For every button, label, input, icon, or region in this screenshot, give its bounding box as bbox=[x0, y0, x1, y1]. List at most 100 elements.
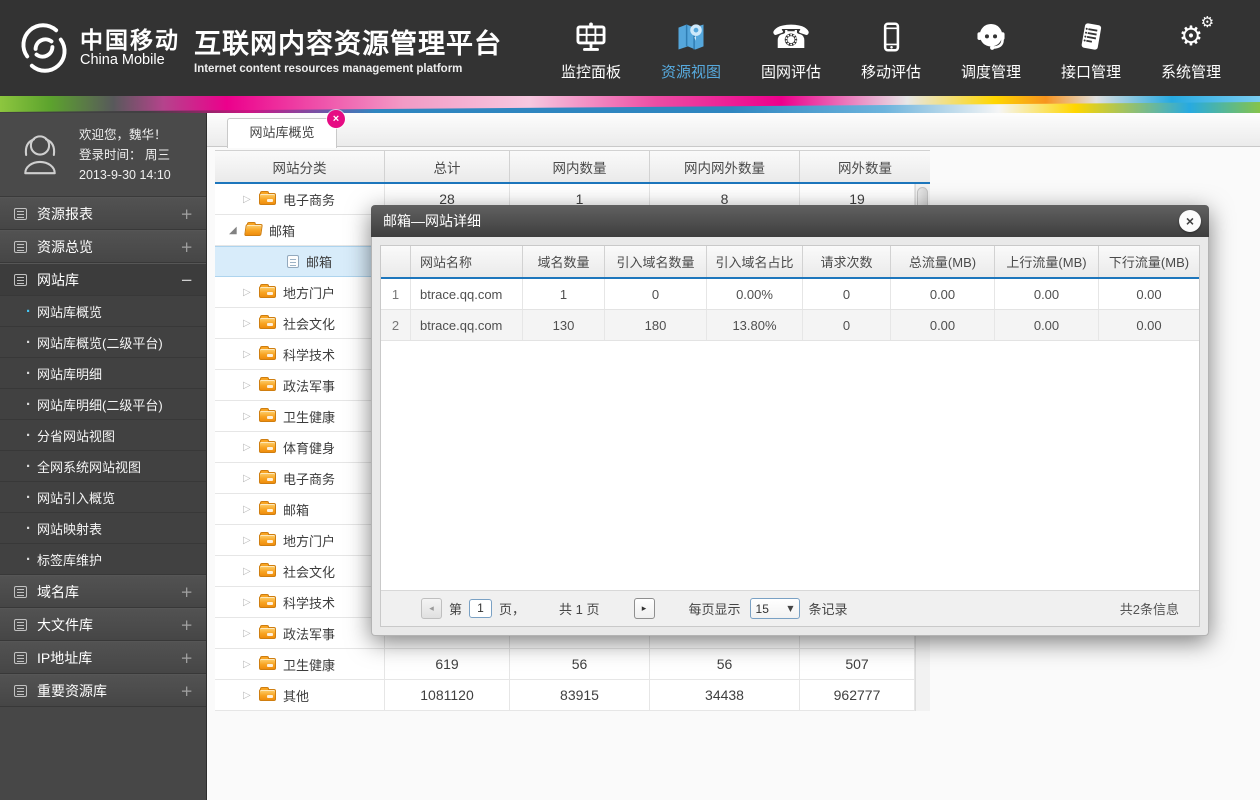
folder-icon bbox=[259, 408, 276, 422]
sidebar-sub-label: 网站库明细(二级平台) bbox=[37, 397, 163, 413]
tree-collapsed-icon[interactable]: ▷ bbox=[243, 318, 259, 329]
table-row[interactable]: ▷ 其他 1081120 83915 34438 962777 bbox=[215, 680, 915, 711]
sidebar-item-website-overview[interactable]: · 网站库概览 bbox=[0, 296, 206, 327]
sidebar-item-website-mapping[interactable]: · 网站映射表 bbox=[0, 513, 206, 544]
folder-icon bbox=[259, 501, 276, 515]
tree-collapsed-icon[interactable]: ▷ bbox=[243, 566, 259, 577]
folder-icon bbox=[259, 563, 276, 577]
sidebar-item-important-resource-library[interactable]: 重要资源库 + bbox=[0, 674, 206, 707]
tree-collapsed-icon[interactable]: ▷ bbox=[243, 504, 259, 515]
category-label: 科学技术 bbox=[283, 595, 336, 611]
sidebar-item-website-import-overview[interactable]: · 网站引入概览 bbox=[0, 482, 206, 513]
sidebar-item-website-overview-l2[interactable]: · 网站库概览(二级平台) bbox=[0, 327, 206, 358]
modal-table-row[interactable]: 1 btrace.qq.com 1 0 0.00% 0 0.00 0.00 0.00 bbox=[381, 279, 1199, 310]
folder-icon bbox=[259, 656, 276, 670]
sidebar-item-resource-overview[interactable]: 资源总览 + bbox=[0, 230, 206, 263]
nav-item-monitor[interactable]: 监控面板 bbox=[558, 15, 624, 82]
app-window: 中国移动 China Mobile 互联网内容资源管理平台 Internet c… bbox=[0, 0, 1260, 800]
modal-table-row[interactable]: 2 btrace.qq.com 130 180 13.80% 0 0.00 0.00 0.00 bbox=[381, 310, 1199, 341]
tree-collapsed-icon[interactable]: ▷ bbox=[243, 535, 259, 546]
detail-dialog: 邮箱—网站详细 × 网站名称 域名数量 引入域名数量 引入域名占比 请求次数 总… bbox=[371, 205, 1209, 636]
tree-collapsed-icon[interactable]: ▷ bbox=[243, 380, 259, 391]
tab-close-icon[interactable]: × bbox=[327, 110, 345, 128]
sidebar-item-whole-network-view[interactable]: · 全网系统网站视图 bbox=[0, 451, 206, 482]
sidebar-sub-label: 网站映射表 bbox=[37, 521, 103, 537]
document-icon bbox=[1058, 15, 1124, 59]
tree-expanded-icon[interactable]: ◢ bbox=[229, 225, 245, 236]
sidebar-item-tag-maintenance[interactable]: · 标签库维护 bbox=[0, 544, 206, 575]
main-content: 网站库概览 × 网站分类 总计 网内数量 网内网外数量 网外数量 ▷ 电子商务 2 8… bbox=[207, 110, 1260, 800]
category-label: 地方门户 bbox=[283, 533, 336, 549]
doc-icon bbox=[14, 273, 27, 286]
category-label: 地方门户 bbox=[283, 285, 336, 301]
tree-collapsed-icon[interactable]: ▷ bbox=[243, 597, 259, 608]
nav-item-interface[interactable]: 接口管理 bbox=[1058, 15, 1124, 82]
tree-collapsed-icon[interactable]: ▷ bbox=[243, 411, 259, 422]
next-page-button[interactable]: ▸ bbox=[633, 598, 655, 619]
brand-ribbon bbox=[0, 96, 1260, 113]
nav-item-system[interactable]: ⚙ ⚙ 系统管理 bbox=[1158, 15, 1224, 82]
sidebar-sub-label: 网站库概览(二级平台) bbox=[37, 335, 163, 351]
modal-value-cell: 0.00 bbox=[1136, 317, 1162, 333]
tab-website-overview[interactable]: 网站库概览 × bbox=[227, 110, 345, 148]
sidebar-item-website-detail-l2[interactable]: · 网站库明细(二级平台) bbox=[0, 389, 206, 420]
tree-cell: ▷ 社会文化 bbox=[215, 308, 385, 338]
tree-cell: ▷ 地方门户 bbox=[215, 525, 385, 555]
sidebar-item-resource-report[interactable]: 资源报表 + bbox=[0, 197, 206, 230]
close-icon[interactable]: × bbox=[1179, 210, 1201, 232]
bullet-icon: · bbox=[26, 550, 31, 568]
column-header-total: 总计 bbox=[385, 151, 510, 182]
tree-cell: ▷ 卫生健康 bbox=[215, 401, 385, 431]
page-input[interactable]: 1 bbox=[469, 599, 493, 618]
modal-value-cell: 0 bbox=[803, 279, 891, 309]
sidebar-item-bigfile-library[interactable]: 大文件库 + bbox=[0, 608, 206, 641]
per-page-value: 15 bbox=[755, 601, 769, 616]
tree-collapsed-icon[interactable]: ▷ bbox=[243, 659, 259, 670]
tree-collapsed-icon[interactable]: ▷ bbox=[243, 628, 259, 639]
sidebar-group-label: 资源总览 bbox=[37, 238, 93, 255]
bullet-icon: · bbox=[26, 395, 31, 413]
value-cell: 619 bbox=[385, 649, 510, 679]
nav-item-resource-view[interactable]: 资源视图 bbox=[658, 15, 724, 82]
tree-collapsed-icon[interactable]: ▷ bbox=[243, 473, 259, 484]
tree-collapsed-icon[interactable]: ▷ bbox=[243, 194, 259, 205]
tree-collapsed-icon[interactable]: ▷ bbox=[243, 349, 259, 360]
nav-item-fixed-network[interactable]: ☎ 固网评估 bbox=[758, 15, 824, 82]
value-cell: 507 bbox=[800, 649, 915, 679]
platform-title-cn: 互联网内容资源管理平台 bbox=[194, 28, 502, 59]
folder-icon bbox=[244, 224, 263, 236]
brand-text: 中国移动 China Mobile bbox=[80, 28, 180, 68]
nav-item-mobile-eval[interactable]: 移动评估 bbox=[858, 15, 924, 82]
tree-cell: ▷ 体育健身 bbox=[215, 432, 385, 462]
site-name-cell: btrace.qq.com bbox=[411, 279, 523, 309]
sidebar-item-website-detail[interactable]: · 网站库明细 bbox=[0, 358, 206, 389]
expand-plus-icon: + bbox=[180, 615, 193, 634]
table-row[interactable]: ▷ 卫生健康 619 56 56 507 bbox=[215, 649, 915, 680]
sidebar-item-province-view[interactable]: · 分省网站视图 bbox=[0, 420, 206, 451]
row-index-cell: 1 bbox=[381, 279, 411, 309]
sidebar-item-website-library[interactable]: 网站库 − bbox=[0, 263, 206, 296]
nav-item-dispatch[interactable]: 调度管理 bbox=[958, 15, 1024, 82]
per-page-select[interactable]: 15 ▼ bbox=[749, 598, 800, 619]
expand-plus-icon: + bbox=[180, 648, 193, 667]
tree-collapsed-icon[interactable]: ▷ bbox=[243, 442, 259, 453]
category-label: 卫生健康 bbox=[283, 657, 336, 673]
tree-collapsed-icon[interactable]: ▷ bbox=[243, 690, 259, 701]
brand-name-cn: 中国移动 bbox=[80, 26, 180, 53]
sidebar-item-ip-library[interactable]: IP地址库 + bbox=[0, 641, 206, 674]
modal-value-cell: 0.00 bbox=[995, 310, 1099, 340]
tree-cell: ▷ 社会文化 bbox=[215, 556, 385, 586]
tree-cell: ▷ 电子商务 bbox=[215, 184, 385, 214]
sidebar-item-domain-library[interactable]: 域名库 + bbox=[0, 575, 206, 608]
bullet-icon: · bbox=[26, 364, 31, 382]
tree-collapsed-icon[interactable]: ▷ bbox=[243, 287, 259, 298]
tree-cell: ▷ 科学技术 bbox=[215, 587, 385, 617]
brand: 中国移动 China Mobile bbox=[16, 20, 180, 76]
column-header-downstream-traffic: 下行流量(MB) bbox=[1108, 255, 1190, 270]
sidebar-group-label: 重要资源库 bbox=[37, 682, 107, 699]
dashboard-icon bbox=[558, 15, 624, 59]
chevron-down-icon: ▼ bbox=[787, 604, 794, 613]
dialog-title-bar[interactable]: 邮箱—网站详细 × bbox=[371, 205, 1209, 237]
prev-page-button[interactable]: ◂ bbox=[421, 598, 442, 619]
column-header-innet: 网内数量 bbox=[510, 151, 650, 182]
